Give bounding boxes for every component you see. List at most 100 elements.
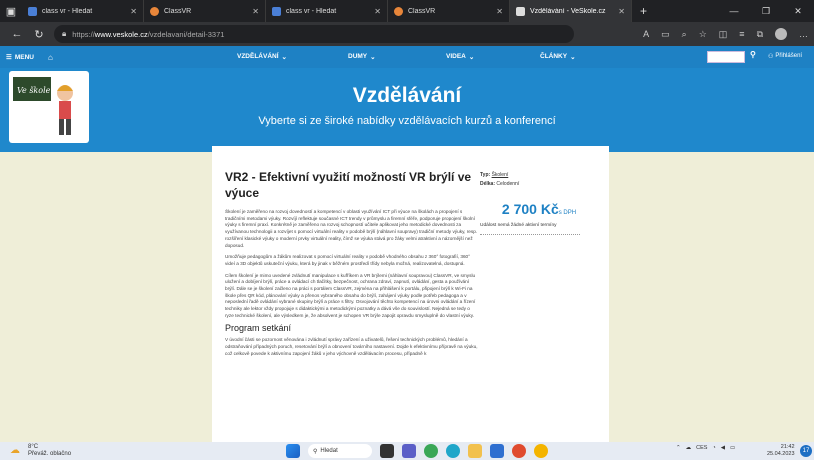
duration-label: Délka:: [480, 181, 496, 187]
page-title: Vzdělávání: [352, 84, 462, 107]
search-icon[interactable]: ⚲: [750, 50, 756, 59]
classvr-favicon-icon: [150, 6, 159, 16]
weather-desc: Převáž. oblačno: [28, 450, 72, 457]
classvr-favicon-icon: [394, 6, 403, 16]
type-label: Typ:: [480, 172, 491, 178]
description-paragraph: Umožňuje pedagogům a žákům realizovat s …: [225, 254, 471, 266]
taskbar-search[interactable]: ⚲ Hledat: [308, 444, 372, 458]
section-heading: Program setkání: [225, 322, 292, 333]
more-icon[interactable]: …: [799, 29, 808, 39]
tab-title: class vr - Hledat: [42, 7, 93, 15]
tab-title: ClassVR: [408, 7, 436, 15]
menu-button[interactable]: ☰ MENU: [6, 53, 34, 62]
weather-text: 8°C Převáž. oblačno: [28, 444, 71, 457]
maximize-icon[interactable]: ❐: [750, 6, 782, 17]
nav-item-dumy[interactable]: DUMY ⌄: [348, 53, 376, 61]
chrome-icon[interactable]: [424, 444, 438, 458]
chat-icon[interactable]: [402, 444, 416, 458]
close-tab-icon[interactable]: ✕: [252, 7, 259, 16]
system-tray: ⌃ ☁ CES ◔ ◀ ▭: [676, 445, 735, 451]
nav-item-label: ČLÁNKY: [540, 53, 568, 60]
type-link[interactable]: Školení: [492, 172, 509, 178]
duration-value: Celodenní: [496, 181, 520, 187]
browser-tab[interactable]: ClassVR ✕: [144, 0, 266, 22]
lock-icon: 🔒︎: [62, 29, 67, 38]
browser-tab[interactable]: class vr - Hledat ✕: [22, 0, 144, 22]
nav-item-label: VZDĚLÁVÁNÍ: [237, 53, 279, 60]
browser-tab[interactable]: ClassVR ✕: [388, 0, 510, 22]
url-field[interactable]: 🔒︎ https://www.veskole.cz/vzdelavani/det…: [54, 25, 574, 43]
tab-title: class vr - Hledat: [286, 7, 337, 15]
home-icon[interactable]: ⌂: [48, 53, 53, 62]
page-subtitle: Vyberte si ze široké nabídky vzdělávacíc…: [258, 115, 556, 127]
site-search-input[interactable]: [707, 51, 745, 63]
close-tab-icon[interactable]: ✕: [496, 7, 503, 16]
collections-icon[interactable]: ⧉: [757, 29, 763, 40]
chevron-down-icon: ⌄: [281, 54, 287, 61]
description-paragraph: Školení je zaměřeno na rozvoj dovedností…: [225, 209, 478, 248]
weather-icon: ☁: [10, 444, 20, 456]
profile-avatar[interactable]: [775, 28, 787, 40]
browser-tab[interactable]: class vr - Hledat ✕: [266, 0, 388, 22]
task-view-icon[interactable]: [380, 444, 394, 458]
chevron-down-icon: ⌄: [468, 54, 475, 61]
tab-title: ClassVR: [164, 7, 192, 15]
language-indicator[interactable]: CES: [696, 445, 707, 451]
nav-item-clanky[interactable]: ČLÁNKY ⌄: [540, 53, 576, 61]
chrome-alt-icon[interactable]: [534, 444, 548, 458]
close-tab-icon[interactable]: ✕: [374, 7, 381, 16]
store-icon[interactable]: [490, 444, 504, 458]
search-icon: ⚲: [313, 448, 318, 455]
tab-title: Vzdělávání - VeŠkole.cz: [530, 7, 606, 15]
price-suffix: s DPH: [558, 210, 577, 216]
browser-tab-bar: ▣ class vr - Hledat ✕ ClassVR ✕ class vr…: [0, 0, 814, 22]
nav-item-videa[interactable]: VIDEA ⌄: [446, 53, 474, 61]
course-type-row: Typ: Školení: [480, 172, 598, 178]
course-price: 2 700 Kčs DPH: [480, 201, 598, 217]
onedrive-icon[interactable]: ☁: [686, 445, 692, 451]
weather-widget[interactable]: ☁ 8°C Převáž. oblačno: [10, 444, 71, 457]
login-label: Přihlášení: [775, 53, 803, 59]
volume-icon[interactable]: ◀: [721, 445, 725, 451]
taskbar: ☁ 8°C Převáž. oblačno ⚲ Hledat ⌃ ☁ CES ◔…: [0, 442, 814, 460]
office-icon[interactable]: [512, 444, 526, 458]
notification-badge[interactable]: 17: [800, 445, 812, 457]
chevron-up-icon[interactable]: ⌃: [676, 445, 681, 451]
veskole-favicon-icon: [516, 6, 525, 16]
user-icon: ⚇: [768, 54, 774, 60]
nav-item-vzdelavani[interactable]: VZDĚLÁVÁNÍ ⌄: [237, 53, 287, 61]
search-favicon-icon: [28, 6, 37, 16]
taskbar-search-label: Hledat: [320, 448, 338, 454]
back-icon[interactable]: ←: [6, 28, 28, 40]
refresh-icon[interactable]: ↻: [28, 28, 50, 41]
windows-start-icon[interactable]: [286, 444, 300, 458]
edge-icon[interactable]: [446, 444, 460, 458]
file-explorer-icon[interactable]: [468, 444, 482, 458]
chevron-down-icon: ⌄: [370, 54, 376, 61]
url-host: www.veskole.cz: [94, 29, 148, 39]
close-tab-icon[interactable]: ✕: [130, 7, 137, 16]
taskbar-apps: ⚲ Hledat: [286, 444, 548, 458]
favorite-icon[interactable]: ☆: [699, 29, 707, 40]
new-tab-icon[interactable]: +: [640, 4, 647, 18]
window-menu-icon[interactable]: ▣: [0, 0, 22, 22]
browser-toolbar: A ▭ ⌕ ☆ ◫ ≡ ⧉ …: [643, 28, 808, 40]
battery-icon[interactable]: ▭: [730, 445, 735, 451]
close-tab-icon[interactable]: ✕: [618, 7, 625, 16]
login-link[interactable]: ⚇ Přihlášení: [768, 53, 802, 60]
browser-tab-active[interactable]: Vzdělávání - VeŠkole.cz ✕: [510, 0, 632, 22]
search-favicon-icon: [272, 6, 281, 16]
close-window-icon[interactable]: ✕: [782, 6, 814, 17]
course-duration-row: Délka: Celodenní: [480, 181, 598, 187]
wifi-icon[interactable]: ◔: [712, 445, 715, 451]
read-aloud-icon[interactable]: A: [643, 29, 649, 39]
nav-item-label: DUMY: [348, 53, 368, 60]
menu-label: MENU: [14, 53, 34, 61]
taskbar-clock[interactable]: 21:42 25.04.2023: [767, 444, 795, 458]
zoom-icon[interactable]: ⌕: [682, 29, 687, 40]
url-path: /vzdelavani/detail-3371: [147, 29, 225, 39]
minimize-icon[interactable]: —: [718, 6, 750, 17]
reader-icon[interactable]: ▭: [661, 29, 670, 40]
favorites-list-icon[interactable]: ≡: [739, 29, 744, 39]
split-icon[interactable]: ◫: [719, 29, 728, 40]
